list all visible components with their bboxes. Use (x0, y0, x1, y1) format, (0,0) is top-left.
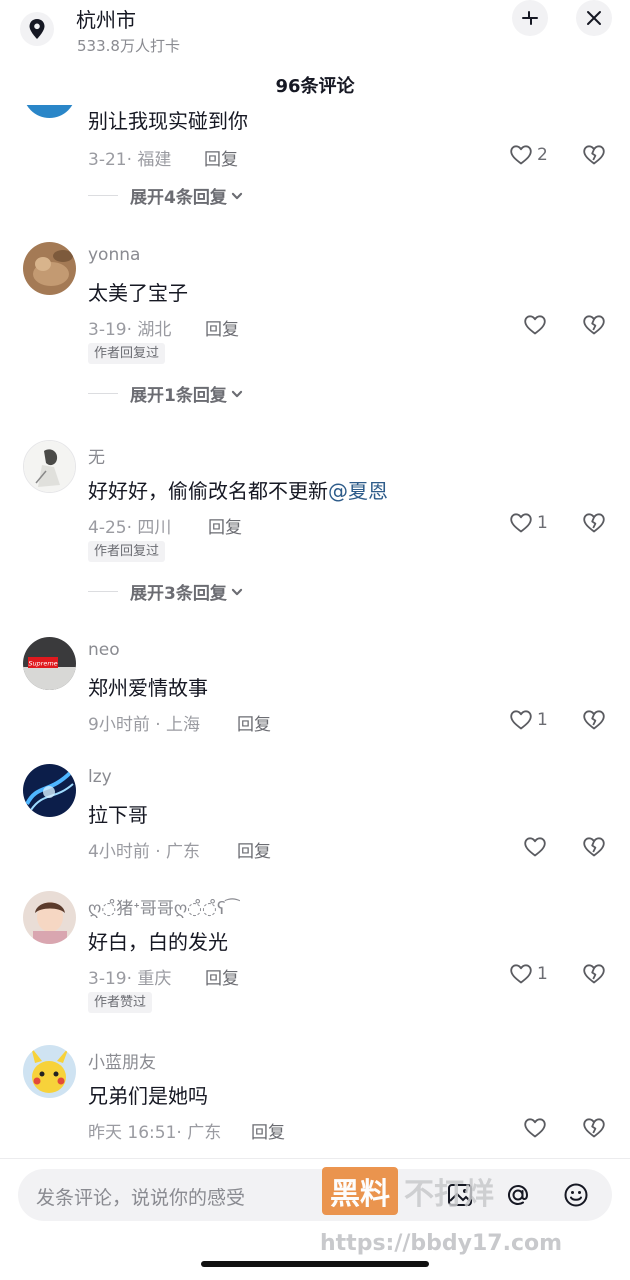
comment-input-placeholder: 发条评论，说说你的感受 (36, 1187, 246, 1209)
username[interactable]: 无 (88, 443, 105, 468)
home-indicator[interactable] (201, 1261, 429, 1267)
author-replied-badge: 作者回复过 (88, 343, 166, 364)
location-city[interactable]: 杭州市 (76, 4, 136, 33)
broken-heart-icon[interactable] (582, 511, 606, 535)
comment-text: 太美了宝子 (88, 281, 188, 305)
checkin-count: 533.8万人打卡 (77, 37, 180, 55)
avatar[interactable]: Supreme (23, 637, 76, 690)
like-count: 1 (537, 513, 548, 533)
broken-heart-icon[interactable] (582, 962, 606, 986)
avatar[interactable] (23, 105, 76, 118)
comment-text: 好白，白的发光 (88, 930, 228, 954)
like-count: 2 (537, 145, 548, 165)
avatar-logo-text: Supreme (28, 660, 57, 668)
expand-replies[interactable]: 展开3条回复 (88, 579, 244, 604)
watermark-secondary: 不打烊 (404, 1177, 494, 1212)
close-button[interactable] (576, 0, 612, 36)
chevron-down-icon (230, 189, 244, 203)
heart-icon[interactable] (509, 143, 533, 167)
divider (88, 591, 118, 592)
reply-button[interactable]: 回复 (205, 315, 239, 340)
like-count: 1 (537, 710, 548, 730)
username[interactable]: 小蓝朋友 (88, 1048, 156, 1073)
avatar[interactable] (23, 1045, 76, 1098)
comment-text: 别让我现实碰到你 (88, 109, 248, 133)
heart-icon[interactable] (509, 962, 533, 986)
avatar[interactable] (23, 440, 76, 493)
comment-date-region: 4-25· 四川 (88, 518, 172, 538)
expand-replies-label: 展开3条回复 (130, 584, 227, 604)
comment-date-region: 3-19· 重庆 (88, 969, 172, 989)
author-replied-badge: 作者回复过 (88, 541, 166, 562)
avatar[interactable] (23, 891, 76, 944)
mention-link[interactable]: @夏恩 (328, 479, 388, 503)
watermark-logo: 黑料 不打烊 (322, 1167, 494, 1215)
location-pin-icon[interactable] (20, 12, 54, 46)
avatar[interactable] (23, 242, 76, 295)
broken-heart-icon[interactable] (582, 835, 606, 859)
heart-icon[interactable] (523, 313, 547, 337)
broken-heart-icon[interactable] (582, 143, 606, 167)
like-count: 1 (537, 964, 548, 984)
comment-input[interactable]: 发条评论，说说你的感受 (18, 1169, 612, 1221)
reply-button[interactable]: 回复 (237, 837, 271, 862)
reply-button[interactable]: 回复 (205, 964, 239, 989)
comment-date-region: 3-19· 湖北 (88, 320, 172, 340)
heart-icon[interactable] (509, 708, 533, 732)
collapse-icon (522, 11, 538, 25)
broken-heart-icon[interactable] (582, 313, 606, 337)
expand-replies-label: 展开4条回复 (130, 188, 227, 208)
username[interactable]: neo (88, 640, 120, 660)
reply-button[interactable]: 回复 (204, 145, 238, 170)
reply-button[interactable]: 回复 (237, 710, 271, 735)
collapse-button[interactable] (512, 0, 548, 36)
comment-date-region: 昨天 16:51· 广东 (88, 1123, 222, 1143)
comments-header: 杭州市 533.8万人打卡 96条评论 (0, 0, 630, 105)
comment-date-region: 9小时前 · 上海 (88, 715, 201, 735)
comment-text: 兄弟们是她吗 (88, 1084, 208, 1108)
expand-replies[interactable]: 展开1条回复 (88, 381, 244, 406)
chevron-down-icon (230, 387, 244, 401)
comment-date-region: 4小时前 · 广东 (88, 842, 201, 862)
comments-count-title: 96条评论 (275, 76, 355, 97)
chevron-down-icon (230, 585, 244, 599)
reply-button[interactable]: 回复 (208, 513, 242, 538)
comment-text-body: 好好好，偷偷改名都不更新 (88, 479, 328, 503)
heart-icon[interactable] (523, 1116, 547, 1140)
at-icon[interactable] (504, 1181, 532, 1209)
comment-list[interactable]: 别让我现实碰到你 3-21· 福建 回复 2 展开4条回复 yonna 太美了宝… (0, 105, 630, 1158)
heart-icon[interactable] (509, 511, 533, 535)
watermark-url: https://bbdy17.com (320, 1231, 563, 1256)
watermark-primary: 黑料 (322, 1167, 398, 1215)
comment-text: 拉下哥 (88, 803, 148, 827)
divider (88, 195, 118, 196)
comment-text: 好好好，偷偷改名都不更新@夏恩 (88, 475, 388, 504)
comment-input-bar: 发条评论，说说你的感受 黑料 不打烊 https://bbdy17.com (0, 1158, 630, 1280)
reply-button[interactable]: 回复 (251, 1118, 285, 1143)
username[interactable]: lzy (88, 767, 112, 787)
username[interactable]: yonna (88, 245, 140, 265)
emoji-icon[interactable] (562, 1181, 590, 1209)
author-liked-badge: 作者赞过 (88, 992, 153, 1013)
expand-replies[interactable]: 展开4条回复 (88, 183, 244, 208)
comment-text: 郑州爱情故事 (88, 676, 208, 700)
close-icon (587, 11, 601, 25)
divider (88, 393, 118, 394)
comment-date-region: 3-21· 福建 (88, 150, 172, 170)
heart-icon[interactable] (523, 835, 547, 859)
username[interactable]: ღ◌̊猪ᐩ哥哥ღ◌̊◌̊ʕ⁀ (88, 894, 239, 919)
broken-heart-icon[interactable] (582, 1116, 606, 1140)
expand-replies-label: 展开1条回复 (130, 386, 227, 406)
broken-heart-icon[interactable] (582, 708, 606, 732)
avatar[interactable] (23, 764, 76, 817)
